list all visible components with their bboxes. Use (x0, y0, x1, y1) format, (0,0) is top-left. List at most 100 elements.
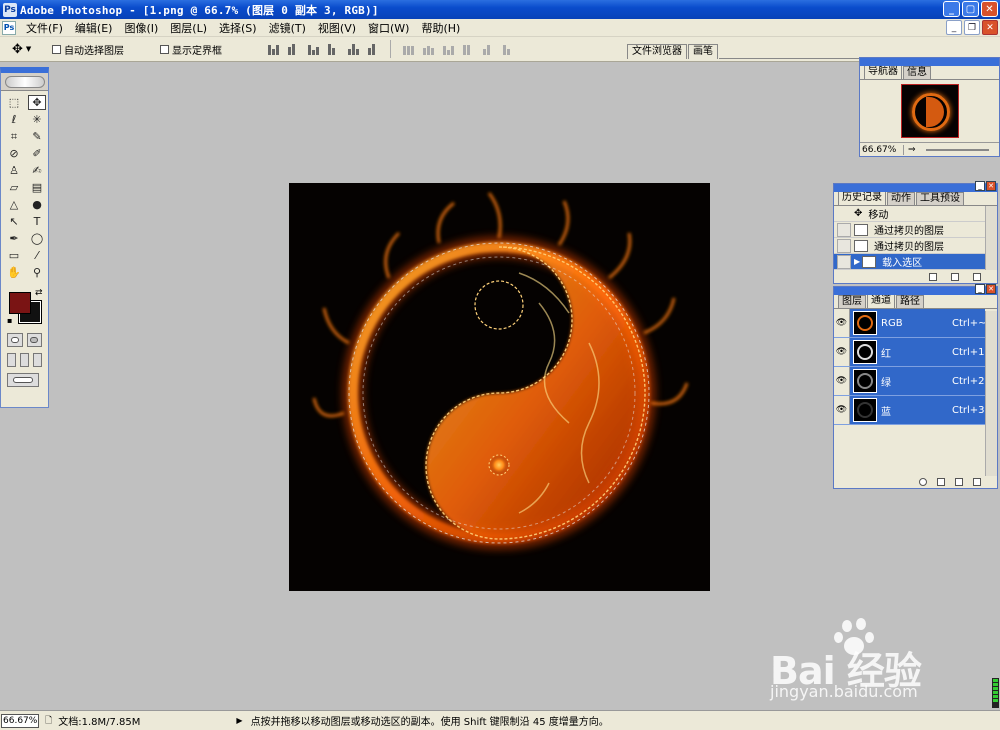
history-brush-tool[interactable]: ✍ (28, 163, 46, 178)
align-hcenter-icon[interactable] (348, 43, 362, 55)
tab-file-browser[interactable]: 文件浏览器 (627, 44, 687, 59)
tab-navigator[interactable]: 导航器 (864, 65, 902, 79)
align-vcenter-icon[interactable] (288, 43, 302, 55)
doc-restore-button[interactable]: ❐ (964, 20, 980, 35)
distribute-bottom-icon[interactable] (443, 43, 457, 55)
swap-colors-icon[interactable]: ⇄ (35, 288, 43, 298)
clone-stamp-tool[interactable]: ♙ (5, 163, 23, 178)
healing-brush-tool[interactable]: ⊘ (5, 146, 23, 161)
history-scrollbar[interactable] (985, 206, 997, 270)
history-brush-source[interactable] (837, 238, 851, 253)
menu-edit[interactable]: 编辑(E) (69, 20, 119, 36)
status-menu-arrow-icon[interactable]: ▶ (236, 716, 242, 725)
menu-window[interactable]: 窗口(W) (362, 20, 415, 36)
notes-tool[interactable]: ▭ (5, 248, 23, 263)
align-bottom-icon[interactable] (308, 43, 322, 55)
trash-icon[interactable] (973, 478, 981, 486)
auto-select-layer-checkbox[interactable]: 自动选择图层 (52, 42, 124, 57)
new-document-icon[interactable] (929, 273, 937, 281)
eye-icon[interactable]: 👁 (834, 367, 850, 395)
quick-mask-button[interactable] (26, 333, 42, 347)
foreground-color-swatch[interactable] (9, 292, 31, 314)
panel-close-button[interactable]: ✕ (986, 284, 996, 294)
tab-layers[interactable]: 图层 (838, 295, 866, 308)
align-right-icon[interactable] (368, 43, 382, 55)
magic-wand-tool[interactable]: ✳ (28, 112, 46, 127)
history-item[interactable]: 通过拷贝的图层 (834, 238, 997, 254)
channels-scrollbar[interactable] (985, 311, 997, 476)
screen-mode-full-button[interactable] (33, 353, 42, 367)
navigator-thumbnail[interactable] (900, 84, 959, 138)
type-tool[interactable]: T (28, 214, 46, 229)
panel-title-bar[interactable]: _ ✕ (834, 181, 997, 192)
brush-tool[interactable]: ✐ (28, 146, 46, 161)
maximize-button[interactable]: ▢ (962, 1, 979, 17)
hand-tool[interactable]: ✋ (5, 265, 23, 280)
eyedropper-tool[interactable]: ⁄ (28, 248, 46, 263)
panel-title-bar[interactable]: _ ✕ (834, 284, 997, 295)
history-item[interactable]: 通过拷贝的图层 (834, 222, 997, 238)
panel-minimize-button[interactable]: _ (975, 181, 985, 191)
tab-history[interactable]: 历史记录 (838, 191, 886, 205)
toolbox-header[interactable] (1, 73, 48, 91)
default-colors-icon[interactable]: ▪ (7, 316, 12, 325)
history-brush-source[interactable] (837, 254, 851, 269)
blur-tool[interactable]: △ (5, 197, 23, 212)
minimize-button[interactable]: _ (943, 1, 960, 17)
slice-tool[interactable]: ✎ (28, 129, 46, 144)
load-selection-icon[interactable] (919, 478, 927, 486)
tab-paths[interactable]: 路径 (896, 295, 924, 308)
lasso-tool[interactable]: ℓ (5, 112, 23, 127)
tab-actions[interactable]: 动作 (887, 192, 915, 205)
channel-row[interactable]: 👁 红 Ctrl+1 (834, 338, 985, 367)
doc-close-button[interactable]: ✕ (982, 20, 998, 35)
channel-row[interactable]: 👁 绿 Ctrl+2 (834, 367, 985, 396)
eye-icon[interactable]: 👁 (834, 396, 850, 424)
navigator-zoom-value[interactable]: 66.67% (860, 144, 904, 155)
menu-help[interactable]: 帮助(H) (415, 20, 466, 36)
status-zoom-field[interactable]: 66.67% (1, 713, 39, 728)
distribute-top-icon[interactable] (403, 43, 417, 55)
show-bounding-box-checkbox[interactable]: 显示定界框 (160, 42, 222, 57)
menu-layer[interactable]: 图层(L) (164, 20, 213, 36)
jump-to-imageready-button[interactable] (7, 373, 39, 387)
channel-row[interactable]: 👁 RGB Ctrl+~ (834, 309, 987, 338)
new-channel-icon[interactable] (955, 478, 963, 486)
screen-mode-standard-button[interactable] (7, 353, 16, 367)
move-tool[interactable]: ✥ (28, 95, 46, 110)
zoom-out-icon[interactable]: ⇒ (908, 145, 916, 155)
history-item[interactable]: ✥ 移动 (834, 206, 997, 222)
menu-filter[interactable]: 滤镜(T) (263, 20, 312, 36)
shape-tool[interactable]: ◯ (28, 231, 46, 246)
document-info-icon[interactable]: 🗋 (45, 713, 52, 729)
panel-minimize-button[interactable]: _ (975, 284, 985, 294)
tab-brushes[interactable]: 画笔 (688, 44, 718, 59)
pen-tool[interactable]: ✒ (5, 231, 23, 246)
eye-icon[interactable]: 👁 (834, 309, 850, 337)
align-left-icon[interactable] (328, 43, 342, 55)
menu-file[interactable]: 文件(F) (20, 20, 69, 36)
tab-channels[interactable]: 通道 (867, 294, 895, 308)
doc-minimize-button[interactable]: _ (946, 20, 962, 35)
distribute-hcenter-icon[interactable] (483, 43, 497, 55)
zoom-tool[interactable]: ⚲ (28, 265, 46, 280)
menu-image[interactable]: 图像(I) (118, 20, 164, 36)
history-brush-source[interactable] (837, 222, 851, 237)
path-selection-tool[interactable]: ↖ (5, 214, 23, 229)
screen-mode-full-menu-button[interactable] (20, 353, 29, 367)
panel-title-bar[interactable] (860, 58, 999, 66)
marquee-tool[interactable]: ⬚ (5, 95, 23, 110)
close-button[interactable]: ✕ (981, 1, 998, 17)
gradient-tool[interactable]: ▤ (28, 180, 46, 195)
distribute-right-icon[interactable] (503, 43, 517, 55)
dodge-tool[interactable]: ● (28, 197, 46, 212)
channel-row[interactable]: 👁 蓝 Ctrl+3 (834, 396, 985, 425)
menu-select[interactable]: 选择(S) (213, 20, 263, 36)
snapshot-icon[interactable] (951, 273, 959, 281)
trash-icon[interactable] (973, 273, 981, 281)
save-selection-icon[interactable] (937, 478, 945, 486)
tab-tool-presets[interactable]: 工具预设 (916, 192, 964, 205)
tool-preset-picker[interactable]: ✥ ▼ (12, 42, 46, 57)
document-canvas[interactable] (289, 183, 710, 591)
history-item-selected[interactable]: ▶ 载入选区 (834, 254, 997, 270)
